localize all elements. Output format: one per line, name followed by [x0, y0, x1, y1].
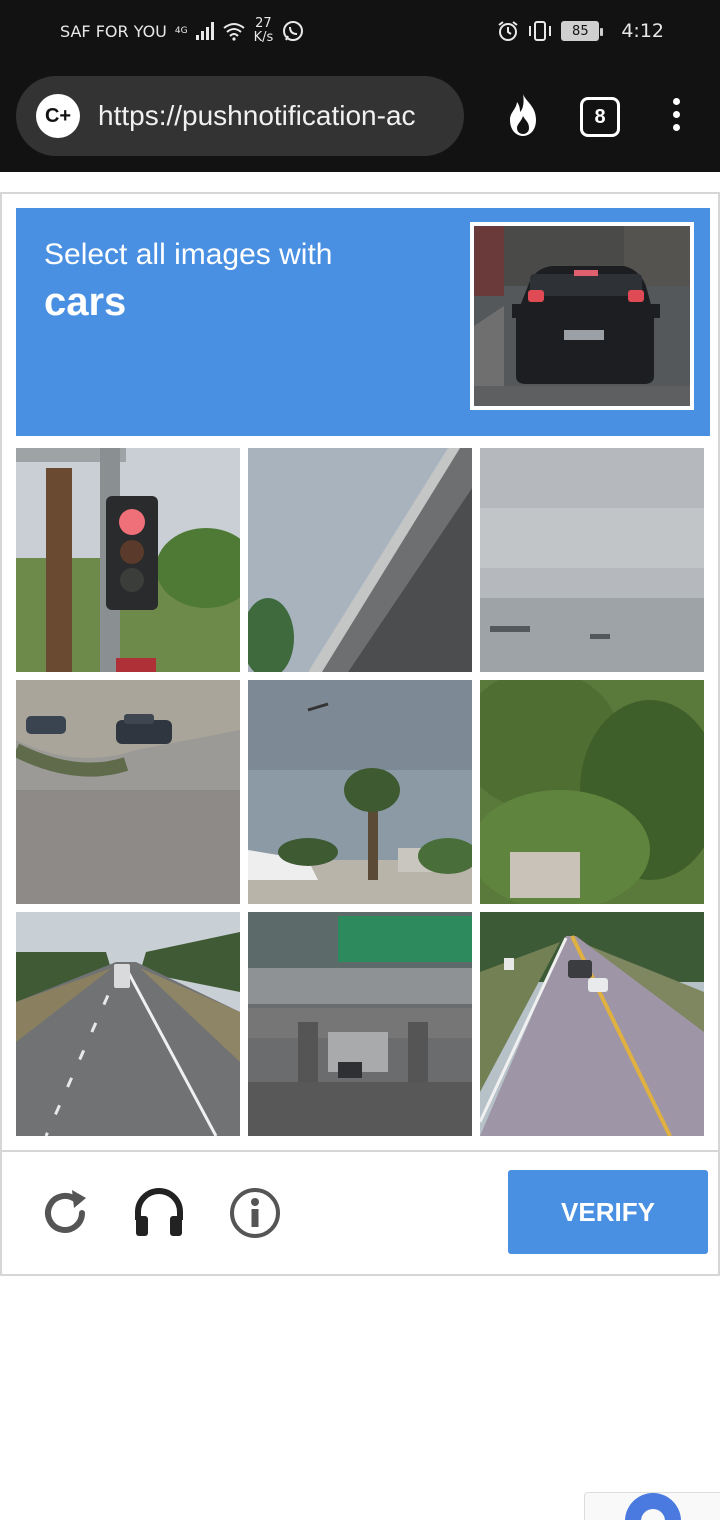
reload-icon[interactable] [38, 1186, 92, 1240]
url-bar[interactable]: C+ https://pushnotification-ac [16, 76, 464, 156]
status-left: SAF FOR YOU 4G 27 K/s [60, 0, 305, 62]
signal-icon [195, 22, 214, 40]
instruction-target: cars [44, 280, 127, 324]
carrier-name: SAF FOR YOU [60, 21, 167, 41]
instruction-text: Select all images with [44, 238, 333, 271]
battery-icon: 85 [561, 21, 604, 41]
tabs-count-button[interactable]: 8 [580, 97, 620, 137]
tile-highway-tree-lined[interactable] [16, 912, 240, 1136]
tile-palm-tree[interactable] [248, 680, 472, 904]
example-image [470, 222, 694, 410]
status-bar: SAF FOR YOU 4G 27 K/s 85 4:12 [0, 0, 720, 62]
vibrate-icon [529, 21, 552, 41]
network-type: 4G [174, 26, 188, 36]
wifi-icon [222, 23, 245, 41]
clock: 4:12 [621, 20, 664, 42]
tile-rural-road-cars[interactable] [480, 912, 704, 1136]
image-grid [16, 448, 708, 1138]
whatsapp-icon [283, 21, 304, 41]
browser-toolbar: C+ https://pushnotification-ac 8 [0, 62, 720, 172]
tile-overpass-bridge[interactable] [248, 448, 472, 672]
status-right: 85 4:12 [497, 0, 664, 62]
info-icon[interactable] [228, 1186, 282, 1240]
site-info-icon[interactable]: C+ [36, 94, 80, 138]
tile-cars-on-road[interactable] [16, 680, 240, 904]
recaptcha-logo-icon [625, 1493, 681, 1520]
alarm-icon [498, 21, 518, 41]
speed-value: 27 [255, 16, 272, 31]
headphones-icon[interactable] [132, 1186, 186, 1240]
recaptcha-badge[interactable] [584, 1492, 720, 1520]
flame-icon[interactable] [502, 92, 544, 138]
url-text[interactable]: https://pushnotification-ac [98, 100, 438, 132]
captcha-challenge: Select all images with cars VERIFY [0, 192, 720, 1276]
tile-traffic-light[interactable] [16, 448, 240, 672]
network-speed: 27 K/s [254, 17, 274, 45]
tile-cloudy-sky[interactable] [480, 448, 704, 672]
more-options-icon[interactable] [664, 98, 688, 136]
tile-green-foliage[interactable] [480, 680, 704, 904]
instruction-header: Select all images with cars [16, 208, 710, 436]
captcha-controls: VERIFY [2, 1150, 718, 1274]
tile-highway-sign[interactable] [248, 912, 472, 1136]
verify-button[interactable]: VERIFY [508, 1170, 708, 1254]
speed-unit: K/s [253, 30, 274, 45]
